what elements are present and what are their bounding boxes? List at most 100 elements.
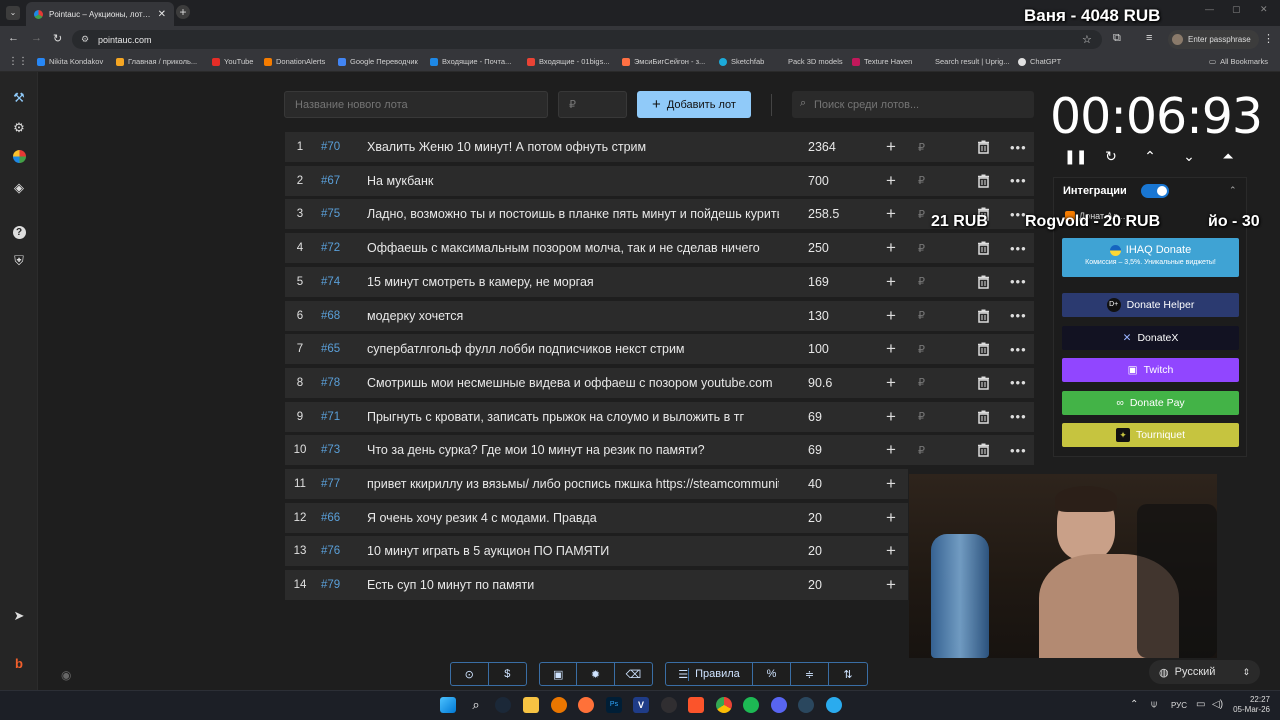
lot-name[interactable]: Что за день сурка? Где мои 10 минут на р… — [367, 443, 779, 457]
steam-icon[interactable] — [798, 697, 814, 713]
volume-icon[interactable]: ◁) — [1212, 699, 1223, 710]
more-options-icon[interactable]: ••• — [1010, 274, 1027, 289]
windows-start-icon[interactable] — [440, 697, 456, 713]
tray-chevron-icon[interactable]: ⌃ — [1130, 699, 1138, 710]
lot-name[interactable]: Есть суп 10 минут по памяти — [367, 578, 779, 592]
new-lot-amount-input[interactable] — [558, 91, 627, 118]
bug-icon[interactable]: ✹ — [577, 663, 615, 685]
add-to-lot-icon[interactable]: + — [886, 238, 896, 258]
lot-amount[interactable]: 69 — [808, 443, 822, 457]
split-icon[interactable]: ≑ — [791, 663, 829, 685]
lot-id[interactable]: #70 — [315, 141, 367, 153]
add-to-lot-icon[interactable]: + — [886, 306, 896, 326]
delete-lot-icon[interactable] — [977, 309, 990, 323]
visibility-eye-icon[interactable]: ◉ — [61, 668, 71, 682]
chrome-icon[interactable] — [716, 697, 732, 713]
lot-currency[interactable]: ₽ — [918, 208, 925, 221]
apps-grid-icon[interactable]: ⋮⋮ — [8, 56, 28, 67]
more-options-icon[interactable]: ••• — [1010, 173, 1027, 188]
lot-amount[interactable]: 250 — [808, 241, 829, 255]
lot-currency[interactable]: ₽ — [918, 410, 925, 423]
telegram-taskbar-icon[interactable] — [826, 697, 842, 713]
add-to-lot-icon[interactable]: + — [886, 440, 896, 460]
save-icon[interactable]: ▣ — [540, 663, 578, 685]
lot-row[interactable]: 12 #66 Я очень хочу резик 4 с модами. Прав… — [285, 502, 908, 533]
integrations-toggle[interactable] — [1141, 184, 1169, 198]
steam-taskbar-icon[interactable] — [495, 697, 511, 713]
photoshop-icon[interactable]: Ps — [606, 697, 622, 713]
donate-helper-button[interactable]: D+ Donate Helper — [1062, 293, 1239, 317]
lot-id[interactable]: #73 — [315, 444, 367, 456]
add-to-lot-icon[interactable]: + — [886, 339, 896, 359]
lot-id[interactable]: #75 — [315, 208, 367, 220]
shield-icon[interactable]: ⛨ — [11, 253, 27, 269]
donate-pay-button[interactable]: ∞ Donate Pay — [1062, 391, 1239, 415]
lot-currency[interactable]: ₽ — [918, 376, 925, 389]
delete-lot-icon[interactable] — [977, 140, 990, 154]
add-to-lot-icon[interactable]: + — [886, 137, 896, 157]
url-field[interactable]: ⚙ pointauc.com — [72, 30, 1102, 49]
time-double-up-icon[interactable]: ⏶ — [1219, 147, 1237, 165]
ihaq-donate-button[interactable]: IHAQ Donate Комиссия – 3,5%. Уникальные … — [1062, 238, 1239, 277]
site-info-icon[interactable]: ⚙ — [81, 34, 89, 45]
lot-amount[interactable]: 700 — [808, 174, 829, 188]
lot-amount[interactable]: 90.6 — [808, 376, 832, 390]
lot-currency[interactable]: ₽ — [918, 309, 925, 322]
add-to-lot-icon[interactable]: + — [886, 541, 896, 561]
lot-row[interactable]: 3 #75 Ладно, возможно ты и постоишь в план… — [285, 199, 1034, 230]
lot-row[interactable]: 2 #67 На мукбанк 700 + ₽ ••• — [285, 165, 1034, 196]
blender-icon[interactable] — [551, 697, 567, 713]
bookmark-item[interactable]: Входящие - Почта... — [430, 57, 511, 66]
layers-icon[interactable]: ◈ — [11, 180, 27, 196]
obs-icon[interactable] — [661, 697, 677, 713]
delete-lot-icon[interactable] — [977, 342, 990, 356]
more-options-icon[interactable]: ••• — [1010, 241, 1027, 256]
taskbar-clock[interactable]: 22:27 05-Mar-26 — [1232, 695, 1270, 715]
lot-name[interactable]: Хвалить Женю 10 минут! А потом офнуть ст… — [367, 140, 779, 154]
more-options-icon[interactable]: ••• — [1010, 140, 1027, 155]
window-close-icon[interactable]: ✕ — [1260, 4, 1268, 15]
brave-icon[interactable] — [688, 697, 704, 713]
lot-row[interactable]: 9 #71 Прыгнуть с кровати, записать прыжок … — [285, 401, 1034, 432]
more-options-icon[interactable]: ••• — [1010, 375, 1027, 390]
bookmark-item[interactable]: ChatGPT — [1018, 57, 1061, 66]
lot-id[interactable]: #71 — [315, 411, 367, 423]
lot-name[interactable]: 15 минут смотреть в камеру, не моргая — [367, 275, 779, 289]
lot-currency[interactable]: ₽ — [918, 275, 925, 288]
delete-lot-icon[interactable] — [977, 275, 990, 289]
lot-amount[interactable]: 69 — [808, 410, 822, 424]
bookmark-item[interactable]: Nikita Kondakov — [37, 57, 103, 66]
add-to-lot-icon[interactable]: + — [886, 474, 896, 494]
donatex-button[interactable]: ✕ DonateX — [1062, 326, 1239, 350]
firefox-icon[interactable] — [578, 697, 594, 713]
delete-lot-icon[interactable] — [977, 443, 990, 458]
add-to-lot-icon[interactable]: + — [886, 373, 896, 393]
pause-icon[interactable]: ❚❚ — [1064, 147, 1087, 165]
wheel-icon[interactable] — [11, 150, 27, 166]
lot-name[interactable]: На мукбанк — [367, 174, 779, 188]
bookmark-item[interactable]: YouTube — [212, 57, 253, 66]
time-down-icon[interactable]: ⌄ — [1180, 147, 1198, 165]
lot-name[interactable]: Оффаешь с максимальным позором молча, та… — [367, 241, 779, 255]
sort-icon[interactable]: ⇅ — [829, 663, 867, 685]
lot-currency[interactable]: ₽ — [918, 444, 925, 457]
lot-id[interactable]: #66 — [315, 512, 367, 524]
lot-name[interactable]: Прыгнуть с кровати, записать прыжок на с… — [367, 410, 779, 424]
add-lot-button[interactable]: + Добавить лот — [637, 91, 751, 118]
bookmark-item[interactable]: DonationAlerts — [264, 57, 325, 66]
donate-dollar-icon[interactable]: $ — [489, 663, 527, 685]
telegram-icon[interactable]: ➤ — [11, 608, 27, 624]
lot-row[interactable]: 10 #73 Что за день сурка? Где мои 10 минут… — [285, 435, 1034, 466]
taskbar-search-icon[interactable]: ⌕ — [468, 697, 484, 713]
input-language-indicator[interactable]: РУС — [1171, 701, 1187, 710]
more-options-icon[interactable]: ••• — [1010, 409, 1027, 424]
rules-button[interactable]: ☰ Правила — [666, 663, 753, 685]
auction-gavel-icon[interactable]: ⚒ — [11, 90, 27, 106]
lot-amount[interactable]: 20 — [808, 544, 822, 558]
back-icon[interactable]: ← — [8, 32, 19, 44]
close-tab-icon[interactable]: ✕ — [158, 9, 166, 20]
lot-name[interactable]: привет ккириллу из вязьмы/ либо роспись … — [367, 477, 779, 491]
lot-name[interactable]: Я очень хочу резик 4 с модами. Правда — [367, 511, 779, 525]
reload-icon[interactable]: ↻ — [53, 32, 62, 45]
lot-amount[interactable]: 40 — [808, 477, 822, 491]
